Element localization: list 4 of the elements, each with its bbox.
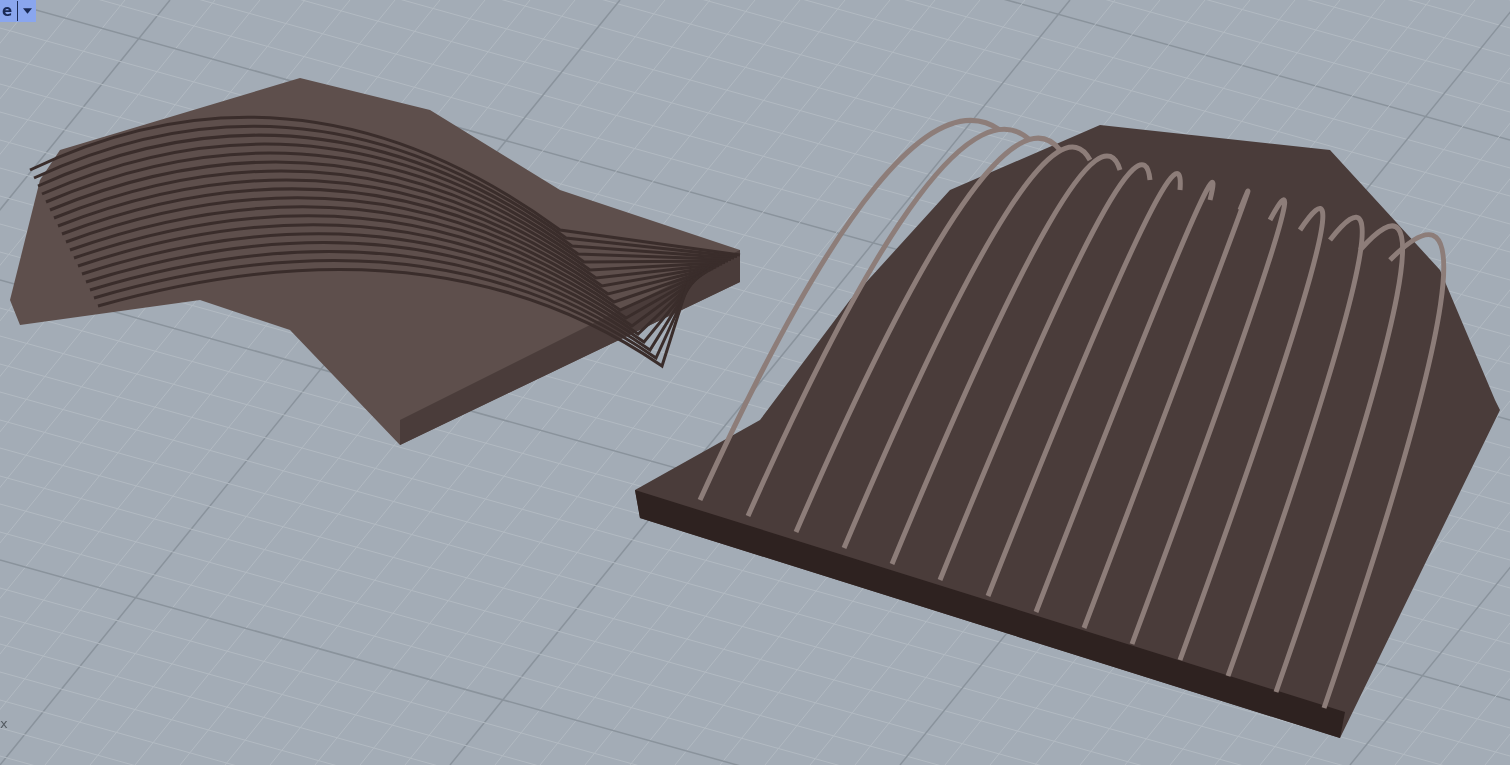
axis-label: x xyxy=(0,716,8,731)
caret-icon[interactable] xyxy=(23,8,33,14)
viewport-title: e xyxy=(2,2,13,20)
viewport-tab[interactable]: e xyxy=(0,0,37,22)
